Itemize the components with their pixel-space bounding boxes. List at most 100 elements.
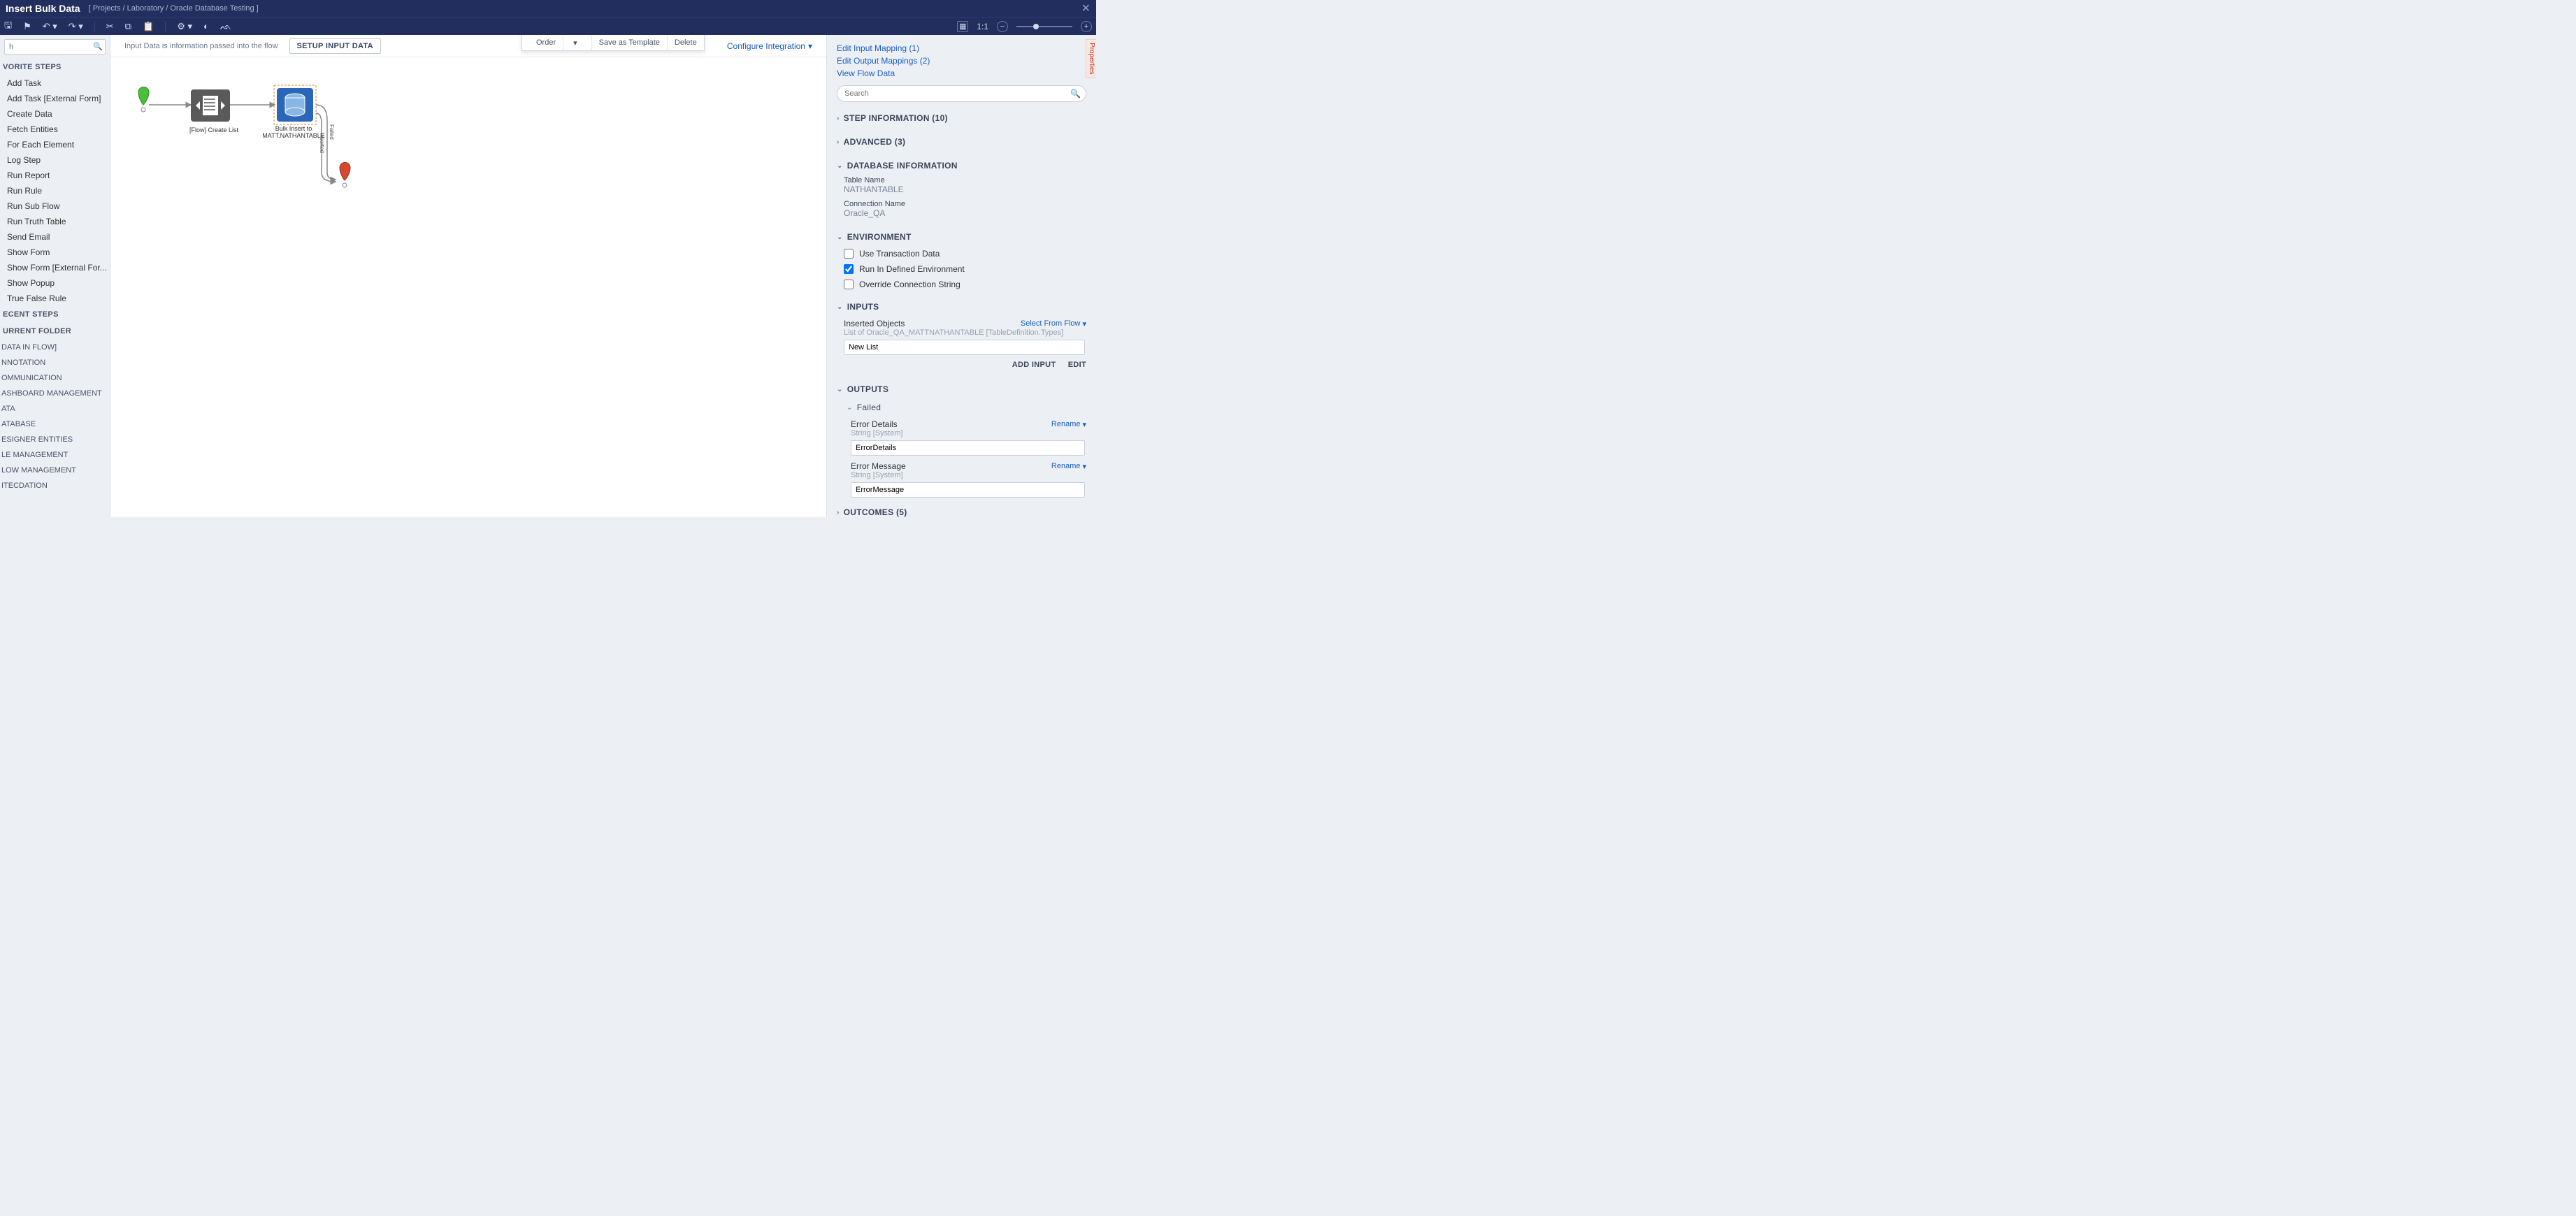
zoom-ratio[interactable]: 1:1 [977, 22, 988, 31]
step-item[interactable]: Run Sub Flow [0, 198, 110, 214]
checkbox-input[interactable] [844, 249, 854, 259]
section-label: INPUTS [847, 302, 879, 312]
step-item[interactable]: Add Task [0, 75, 110, 91]
connection-name-label: Connection Name [837, 198, 1086, 208]
section-environment[interactable]: ⌄ENVIRONMENT [837, 228, 1086, 246]
ctx-order-label: Order [529, 35, 563, 50]
step-item[interactable]: True False Rule [0, 291, 110, 306]
steps-search-input[interactable] [4, 39, 106, 55]
setup-input-data-button[interactable]: SETUP INPUT DATA [289, 38, 381, 54]
search-icon[interactable]: 🔍 [93, 42, 103, 51]
copy-icon[interactable]: ⧉ [125, 21, 131, 32]
start-node[interactable] [138, 87, 149, 113]
checkbox-input[interactable] [844, 280, 854, 289]
section-outcomes[interactable]: ›OUTCOMES (5) [837, 503, 1086, 517]
error-message-input[interactable] [851, 482, 1085, 498]
category-item[interactable]: ITECDATION [0, 478, 110, 493]
step-item[interactable]: Show Form [External For... [0, 260, 110, 275]
step-item[interactable]: Add Task [External Form] [0, 91, 110, 106]
run-defined-env-checkbox[interactable]: Run In Defined Environment [837, 261, 1086, 277]
ctx-order[interactable]: Order▾ [522, 35, 592, 50]
step-item[interactable]: Show Popup [0, 275, 110, 291]
chevron-down-icon: ⌄ [837, 386, 843, 393]
flow-node-create-list[interactable] [191, 89, 230, 122]
category-item[interactable]: LE MANAGEMENT [0, 447, 110, 463]
grid-toggle-icon[interactable]: ▦ [957, 21, 968, 32]
palette-icon[interactable]: ◐ [203, 21, 209, 31]
edit-output-mapping-link[interactable]: Edit Output Mappings (2) [837, 55, 1086, 67]
select-from-flow-link[interactable]: Select From Flow▾ [1021, 319, 1086, 328]
flow-node-bulk-insert[interactable] [274, 85, 316, 124]
category-item[interactable]: DATA IN FLOW] [0, 340, 110, 355]
redo-icon[interactable]: ↷ ▾ [69, 21, 83, 32]
error-message-label: Error Message [851, 461, 906, 471]
edit-button[interactable]: EDIT [1068, 361, 1086, 369]
section-label: ENVIRONMENT [847, 232, 912, 242]
category-item[interactable]: ATABASE [0, 417, 110, 432]
error-details-label: Error Details [851, 419, 898, 429]
step-item[interactable]: Create Data [0, 106, 110, 122]
edge-label-inserted: Inserted [319, 133, 325, 153]
step-item[interactable]: Run Truth Table [0, 214, 110, 229]
error-details-input[interactable] [851, 440, 1085, 456]
add-input-button[interactable]: ADD INPUT [1012, 361, 1056, 369]
flag-icon[interactable]: ⚑ [23, 21, 31, 32]
save-icon[interactable]: 🖫 [4, 19, 12, 34]
rename-label: Rename [1051, 420, 1081, 428]
step-item[interactable]: For Each Element [0, 137, 110, 152]
zoom-slider[interactable] [1016, 26, 1072, 27]
rename-link[interactable]: Rename▾ [1051, 462, 1086, 471]
inserted-objects-type: List of Oracle_QA_MATTNATHANTABLE [Table… [837, 328, 1086, 340]
outcome-failed[interactable]: ⌄Failed [837, 398, 1086, 417]
node-context-menu: Order▾ Save as Template Delete [521, 35, 705, 51]
undo-icon[interactable]: ↶ ▾ [43, 21, 57, 32]
configure-label: Configure Integration [727, 41, 805, 51]
end-node[interactable] [340, 163, 350, 188]
category-item[interactable]: OMMUNICATION [0, 370, 110, 386]
zoom-out-icon[interactable]: − [997, 21, 1008, 32]
view-flow-data-link[interactable]: View Flow Data [837, 67, 1086, 80]
search-icon[interactable]: 🔍 [1070, 89, 1081, 99]
node-label-line2: MATT.NATHANTABLE [262, 132, 325, 139]
properties-search-input[interactable] [837, 85, 1086, 102]
section-db-info[interactable]: ⌄DATABASE INFORMATION [837, 157, 1086, 175]
step-item[interactable]: Run Report [0, 168, 110, 183]
ctx-delete[interactable]: Delete [668, 35, 704, 50]
configure-integration-link[interactable]: Configure Integration▾ [727, 41, 812, 51]
settings-icon[interactable]: ⚙ ▾ [177, 21, 192, 32]
ctx-save-template[interactable]: Save as Template [592, 35, 668, 50]
section-label: OUTPUTS [847, 384, 888, 394]
inserted-objects-input[interactable] [844, 340, 1085, 355]
step-item[interactable]: Run Rule [0, 183, 110, 198]
category-item[interactable]: ESIGNER ENTITIES [0, 432, 110, 447]
section-outputs[interactable]: ⌄ OUTPUTS [837, 380, 1086, 398]
rename-link[interactable]: Rename▾ [1051, 420, 1086, 429]
category-item[interactable]: ATA [0, 401, 110, 417]
use-transaction-checkbox[interactable]: Use Transaction Data [837, 246, 1086, 261]
connection-name-value: Oracle_QA [837, 208, 1086, 222]
recent-steps-head: ECENT STEPS [0, 306, 110, 323]
override-connection-checkbox[interactable]: Override Connection String [837, 277, 1086, 292]
step-item[interactable]: Log Step [0, 152, 110, 168]
properties-tab[interactable]: Properties [1086, 39, 1096, 78]
toolbar-separator [94, 22, 95, 31]
edit-input-mapping-link[interactable]: Edit Input Mapping (1) [837, 42, 1086, 55]
close-icon[interactable]: ✕ [1081, 1, 1091, 15]
zoom-in-icon[interactable]: + [1081, 21, 1092, 32]
section-inputs[interactable]: ⌄INPUTS [837, 298, 1086, 316]
step-item[interactable]: Fetch Entities [0, 122, 110, 137]
step-item[interactable]: Show Form [0, 245, 110, 260]
category-item[interactable]: ASHBOARD MANAGEMENT [0, 386, 110, 401]
category-item[interactable]: LOW MANAGEMENT [0, 463, 110, 478]
checkbox-input[interactable] [844, 264, 854, 274]
paste-icon[interactable]: 📋 [143, 21, 154, 32]
category-item[interactable]: NNOTATION [0, 355, 110, 370]
section-step-info[interactable]: ›STEP INFORMATION (10) [837, 109, 1086, 127]
cut-icon[interactable]: ✂ [106, 21, 114, 32]
left-panel: 🔍 VORITE STEPS Add Task Add Task [Extern… [0, 35, 110, 517]
breadcrumb[interactable]: [ Projects / Laboratory / Oracle Databas… [89, 4, 259, 13]
section-advanced[interactable]: ›ADVANCED (3) [837, 133, 1086, 151]
hierarchy-icon[interactable]: ᨒ [220, 21, 231, 32]
flow-canvas[interactable]: [Flow] Create List Bulk Insert to MATT.N… [110, 57, 826, 517]
step-item[interactable]: Send Email [0, 229, 110, 245]
